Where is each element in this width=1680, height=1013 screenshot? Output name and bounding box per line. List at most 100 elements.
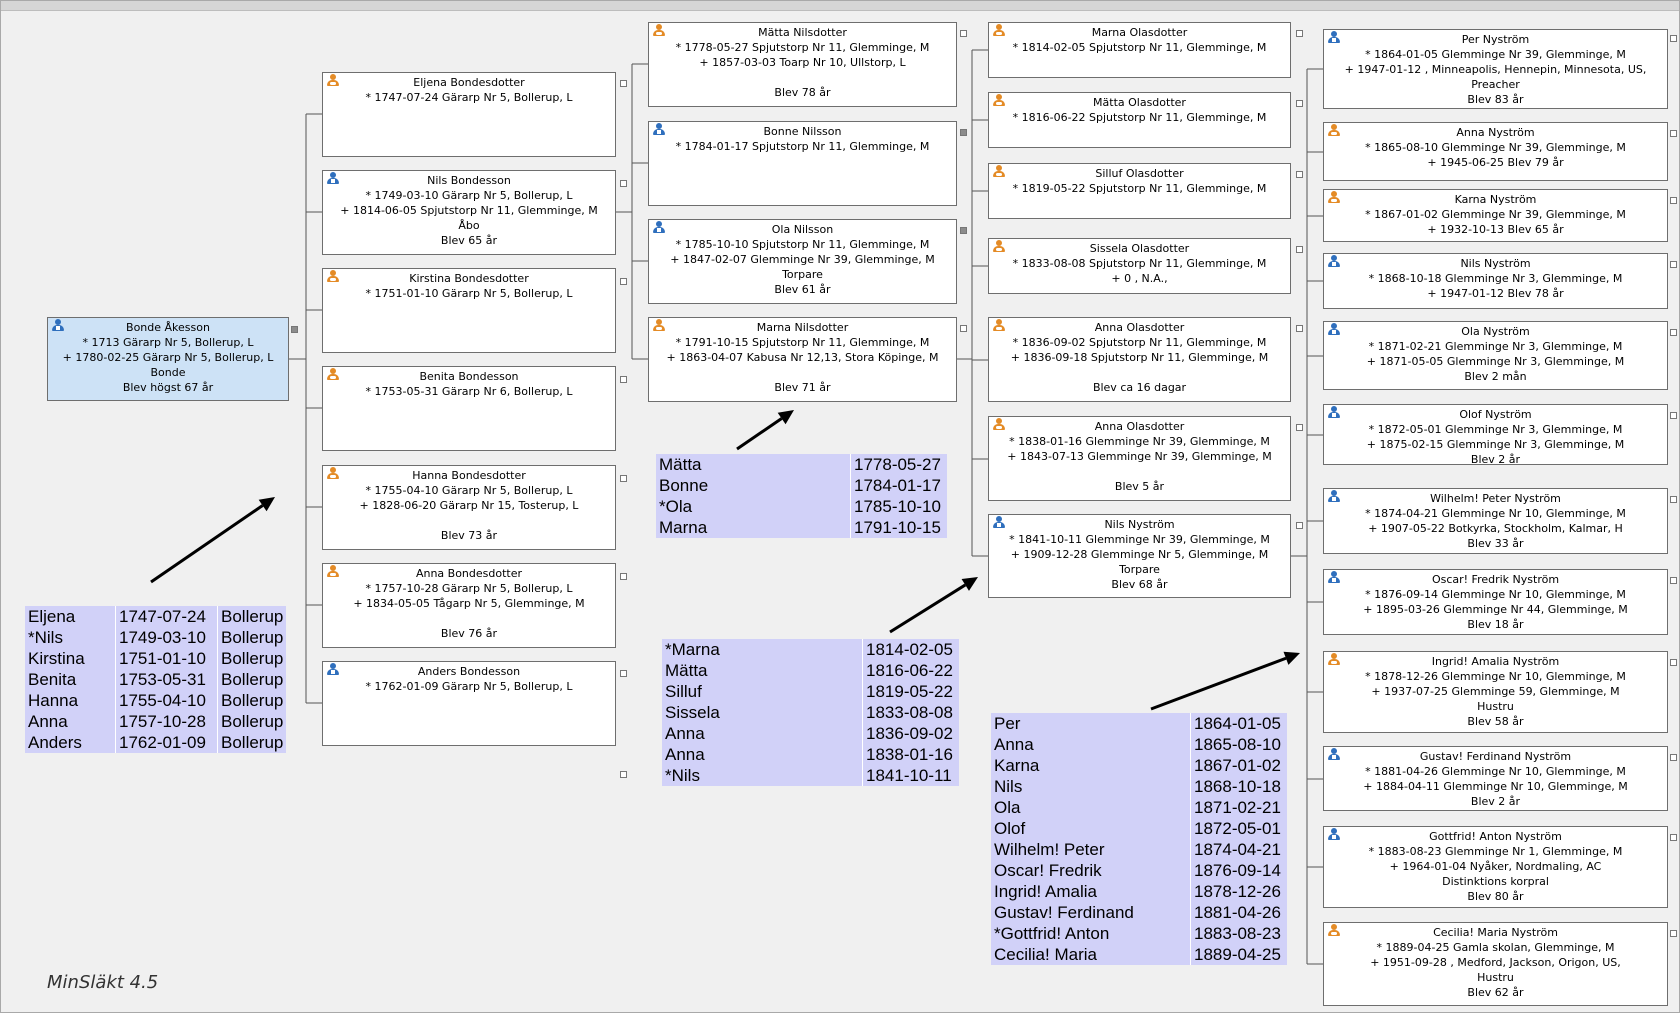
expand-toggle[interactable] bbox=[620, 180, 627, 187]
expand-toggle[interactable] bbox=[620, 278, 627, 285]
person-card[interactable]: Ingrid! Amalia Nyström * 1878-12-26 Glemm… bbox=[1323, 651, 1668, 733]
expand-toggle[interactable] bbox=[620, 670, 627, 677]
person-card[interactable]: Oscar! Fredrik Nyström * 1876-09-14 Glemm… bbox=[1323, 569, 1668, 635]
summary-cell: Anders bbox=[28, 733, 82, 752]
expand-toggle[interactable] bbox=[960, 30, 967, 37]
icon-body bbox=[1328, 834, 1340, 840]
person-card[interactable]: Cecilia! Maria Nyström * 1889-04-25 Gamla… bbox=[1323, 922, 1668, 1006]
female-person-icon bbox=[1327, 124, 1340, 138]
summary-cell: 1878-12-26 bbox=[1190, 881, 1287, 902]
expand-toggle[interactable] bbox=[1296, 522, 1303, 529]
person-name: Marna Nilsdotter bbox=[756, 321, 849, 334]
person-name: Nils Bondesson bbox=[427, 174, 511, 187]
expand-toggle[interactable] bbox=[1670, 35, 1677, 42]
expand-toggle[interactable] bbox=[1670, 496, 1677, 503]
person-card[interactable]: Bonne Nilsson * 1784-01-17 Spjutstorp Nr … bbox=[648, 121, 957, 206]
person-card[interactable]: Mätta Nilsdotter * 1778-05-27 Spjutstorp … bbox=[648, 22, 957, 107]
person-card[interactable]: Marna Nilsdotter * 1791-10-15 Spjutstorp … bbox=[648, 317, 957, 402]
summary-cell: 1816-06-22 bbox=[862, 660, 959, 681]
summary-row: *Marna 1814-02-05 bbox=[662, 639, 959, 660]
expand-toggle[interactable] bbox=[620, 376, 627, 383]
person-detail: * 1878-12-26 Glemminge Nr 10, Glemminge,… bbox=[1365, 670, 1626, 683]
person-detail: Blev 5 år bbox=[1114, 480, 1165, 493]
person-card[interactable]: Per Nyström * 1864-01-05 Glemminge Nr 39,… bbox=[1323, 29, 1668, 109]
expand-toggle[interactable] bbox=[1296, 246, 1303, 253]
expand-toggle[interactable] bbox=[1296, 100, 1303, 107]
expand-toggle[interactable] bbox=[620, 475, 627, 482]
expand-toggle[interactable] bbox=[1670, 261, 1677, 268]
expand-toggle[interactable] bbox=[1670, 754, 1677, 761]
person-card-root[interactable]: Bonde Åkesson * 1713 Gärarp Nr 5, Bolleru… bbox=[47, 317, 289, 401]
summary-cell: Bollerup bbox=[217, 627, 287, 648]
person-name: Anna Olasdotter bbox=[1094, 321, 1185, 334]
person-card[interactable]: Marna Olasdotter * 1814-02-05 Spjutstorp … bbox=[988, 22, 1291, 78]
person-detail: Torpare bbox=[1119, 563, 1160, 576]
person-card[interactable]: Nils Nyström * 1868-10-18 Glemminge Nr 3,… bbox=[1323, 253, 1668, 309]
person-name: Anna Bondesdotter bbox=[415, 567, 523, 580]
expand-toggle[interactable] bbox=[291, 326, 298, 333]
person-card[interactable]: Anna Olasdotter * 1836-09-02 Spjutstorp N… bbox=[988, 317, 1291, 402]
expand-toggle[interactable] bbox=[960, 129, 967, 136]
summary-row: Anna 1757-10-28 Bollerup bbox=[25, 711, 287, 732]
expand-toggle[interactable] bbox=[1670, 577, 1677, 584]
person-detail: + 1828-06-20 Gärarp Nr 15, Tosterup, L bbox=[359, 499, 579, 512]
person-card[interactable]: Gustav! Ferdinand Nyström * 1881-04-26 Gl… bbox=[1323, 746, 1668, 811]
person-card[interactable]: Silluf Olasdotter * 1819-05-22 Spjutstorp… bbox=[988, 163, 1291, 219]
person-card[interactable]: Ola Nyström * 1871-02-21 Glemminge Nr 3, … bbox=[1323, 321, 1668, 390]
male-person-icon bbox=[1327, 490, 1340, 504]
person-detail: * 1881-04-26 Glemminge Nr 10, Glemminge,… bbox=[1365, 765, 1626, 778]
person-detail: + 1895-03-26 Glemminge Nr 44, Glemminge,… bbox=[1363, 603, 1628, 616]
person-card[interactable]: Ola Nilsson * 1785-10-10 Spjutstorp Nr 11… bbox=[648, 219, 957, 304]
expand-toggle[interactable] bbox=[1670, 834, 1677, 841]
person-card[interactable]: Eljena Bondesdotter * 1747-07-24 Gärarp N… bbox=[322, 72, 616, 157]
expand-toggle[interactable] bbox=[1670, 412, 1677, 419]
person-detail: * 1864-01-05 Glemminge Nr 39, Glemminge,… bbox=[1365, 48, 1626, 61]
expand-toggle[interactable] bbox=[1296, 30, 1303, 37]
arrow-head bbox=[777, 410, 794, 425]
expand-toggle[interactable] bbox=[1670, 130, 1677, 137]
expand-toggle[interactable] bbox=[1670, 197, 1677, 204]
person-card[interactable]: Karna Nyström * 1867-01-02 Glemminge Nr 3… bbox=[1323, 189, 1668, 242]
summary-cell: 1874-04-21 bbox=[1190, 839, 1287, 860]
person-card[interactable]: Sissela Olasdotter * 1833-08-08 Spjutstor… bbox=[988, 238, 1291, 294]
person-card[interactable]: Anders Bondesson * 1762-01-09 Gärarp Nr 5… bbox=[322, 661, 616, 746]
expand-toggle[interactable] bbox=[1296, 171, 1303, 178]
expand-toggle[interactable] bbox=[1296, 325, 1303, 332]
person-card[interactable]: Wilhelm! Peter Nyström * 1874-04-21 Glemm… bbox=[1323, 488, 1668, 554]
person-card[interactable]: Nils Bondesson * 1749-03-10 Gärarp Nr 5, … bbox=[322, 170, 616, 255]
icon-body bbox=[1328, 197, 1340, 203]
person-card[interactable]: Anna Bondesdotter * 1757-10-28 Gärarp Nr … bbox=[322, 563, 616, 648]
expand-toggle[interactable] bbox=[620, 771, 627, 778]
expand-toggle[interactable] bbox=[1296, 424, 1303, 431]
expand-toggle[interactable] bbox=[1670, 329, 1677, 336]
person-card[interactable]: Anna Olasdotter * 1838-01-16 Glemminge Nr… bbox=[988, 416, 1291, 501]
person-detail: Torpare bbox=[782, 268, 823, 281]
icon-body bbox=[993, 30, 1005, 36]
person-card[interactable]: Nils Nyström * 1841-10-11 Glemminge Nr 39… bbox=[988, 514, 1291, 598]
expand-toggle[interactable] bbox=[620, 80, 627, 87]
summary-row: Sissela 1833-08-08 bbox=[662, 702, 959, 723]
summary-cell: 1868-10-18 bbox=[1190, 776, 1287, 797]
person-detail: Blev 18 år bbox=[1467, 618, 1524, 631]
person-detail: Blev 78 år bbox=[774, 86, 831, 99]
summary-row: Marna 1791-10-15 bbox=[656, 517, 947, 538]
expand-toggle[interactable] bbox=[960, 325, 967, 332]
icon-body bbox=[1328, 261, 1340, 267]
person-card[interactable]: Kirstina Bondesdotter * 1751-01-10 Gärarp… bbox=[322, 268, 616, 353]
expand-toggle[interactable] bbox=[620, 573, 627, 580]
person-card[interactable]: Olof Nyström * 1872-05-01 Glemminge Nr 3,… bbox=[1323, 404, 1668, 465]
person-detail: Hustru bbox=[1477, 700, 1514, 713]
person-detail: * 1876-09-14 Glemminge Nr 10, Glemminge,… bbox=[1365, 588, 1626, 601]
summary-cell: Eljena bbox=[28, 607, 76, 626]
expand-toggle[interactable] bbox=[960, 227, 967, 234]
expand-toggle[interactable] bbox=[1670, 930, 1677, 937]
person-card[interactable]: Benita Bondesson * 1753-05-31 Gärarp Nr 6… bbox=[322, 366, 616, 451]
person-card[interactable]: Anna Nyström * 1865-08-10 Glemminge Nr 39… bbox=[1323, 122, 1668, 181]
person-card[interactable]: Mätta Olasdotter * 1816-06-22 Spjutstorp … bbox=[988, 92, 1291, 148]
summary-cell: Kirstina bbox=[28, 649, 85, 668]
person-card[interactable]: Gottfrid! Anton Nyström * 1883-08-23 Glem… bbox=[1323, 826, 1668, 908]
person-card[interactable]: Hanna Bondesdotter * 1755-04-10 Gärarp Nr… bbox=[322, 465, 616, 550]
expand-toggle[interactable] bbox=[1670, 659, 1677, 666]
male-person-icon bbox=[1327, 255, 1340, 269]
person-detail: Blev 76 år bbox=[440, 627, 498, 640]
